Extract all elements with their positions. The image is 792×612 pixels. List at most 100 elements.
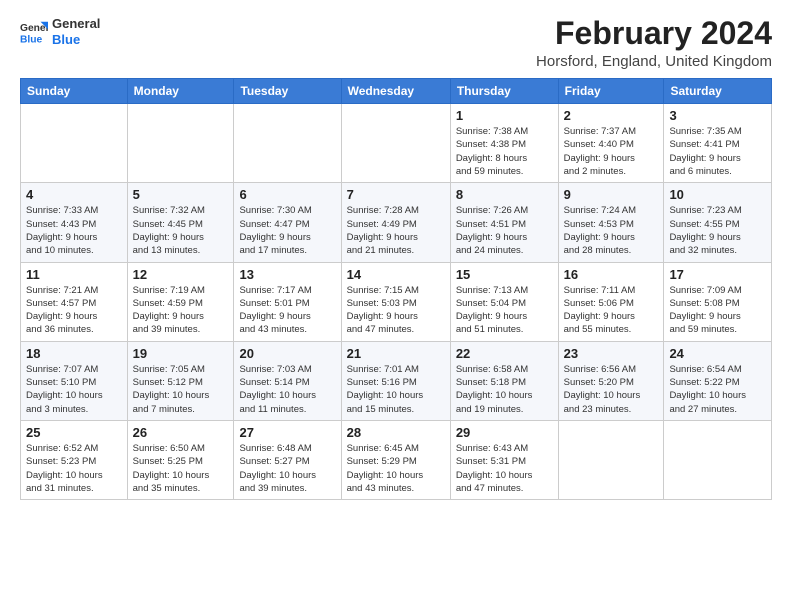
calendar-cell <box>664 420 772 499</box>
day-info: Sunrise: 7:07 AM Sunset: 5:10 PM Dayligh… <box>26 363 122 416</box>
calendar-header-cell: Friday <box>558 79 664 104</box>
day-number: 4 <box>26 187 122 202</box>
calendar-header-cell: Monday <box>127 79 234 104</box>
day-info: Sunrise: 7:26 AM Sunset: 4:51 PM Dayligh… <box>456 204 553 257</box>
calendar-header-cell: Saturday <box>664 79 772 104</box>
calendar-week-row: 4 Sunrise: 7:33 AM Sunset: 4:43 PM Daylig… <box>21 183 772 262</box>
title-block: February 2024 Horsford, England, United … <box>536 16 772 70</box>
calendar-table: SundayMondayTuesdayWednesdayThursdayFrid… <box>20 78 772 500</box>
day-number: 12 <box>133 267 229 282</box>
day-info: Sunrise: 7:05 AM Sunset: 5:12 PM Dayligh… <box>133 363 229 416</box>
calendar-cell: 5 Sunrise: 7:32 AM Sunset: 4:45 PM Daylig… <box>127 183 234 262</box>
day-number: 14 <box>347 267 445 282</box>
day-info: Sunrise: 6:58 AM Sunset: 5:18 PM Dayligh… <box>456 363 553 416</box>
calendar-cell: 9 Sunrise: 7:24 AM Sunset: 4:53 PM Daylig… <box>558 183 664 262</box>
calendar-cell: 24 Sunrise: 6:54 AM Sunset: 5:22 PM Dayli… <box>664 341 772 420</box>
calendar-cell: 19 Sunrise: 7:05 AM Sunset: 5:12 PM Dayli… <box>127 341 234 420</box>
day-number: 10 <box>669 187 766 202</box>
calendar-cell <box>127 104 234 183</box>
day-info: Sunrise: 7:30 AM Sunset: 4:47 PM Dayligh… <box>239 204 335 257</box>
day-number: 26 <box>133 425 229 440</box>
day-info: Sunrise: 7:03 AM Sunset: 5:14 PM Dayligh… <box>239 363 335 416</box>
calendar-cell: 16Sunrise: 7:11 AM Sunset: 5:06 PM Dayli… <box>558 262 664 341</box>
calendar-header-cell: Sunday <box>21 79 128 104</box>
day-number: 24 <box>669 346 766 361</box>
day-info: Sunrise: 7:01 AM Sunset: 5:16 PM Dayligh… <box>347 363 445 416</box>
day-number: 11 <box>26 267 122 282</box>
calendar-cell: 18 Sunrise: 7:07 AM Sunset: 5:10 PM Dayli… <box>21 341 128 420</box>
day-info: Sunrise: 7:35 AM Sunset: 4:41 PM Dayligh… <box>669 125 766 178</box>
calendar-cell: 10 Sunrise: 7:23 AM Sunset: 4:55 PM Dayli… <box>664 183 772 262</box>
month-title: February 2024 <box>536 16 772 51</box>
calendar-week-row: 11 Sunrise: 7:21 AM Sunset: 4:57 PM Dayli… <box>21 262 772 341</box>
day-info: Sunrise: 6:54 AM Sunset: 5:22 PM Dayligh… <box>669 363 766 416</box>
calendar-cell: 25 Sunrise: 6:52 AM Sunset: 5:23 PM Dayli… <box>21 420 128 499</box>
calendar-cell: 12 Sunrise: 7:19 AM Sunset: 4:59 PM Dayli… <box>127 262 234 341</box>
location: Horsford, England, United Kingdom <box>536 53 772 70</box>
calendar-header-cell: Thursday <box>450 79 558 104</box>
day-info: Sunrise: 6:45 AM Sunset: 5:29 PM Dayligh… <box>347 442 445 495</box>
calendar-cell <box>21 104 128 183</box>
calendar-cell <box>234 104 341 183</box>
day-number: 13 <box>239 267 335 282</box>
calendar-cell: 13Sunrise: 7:17 AM Sunset: 5:01 PM Dayli… <box>234 262 341 341</box>
day-info: Sunrise: 7:24 AM Sunset: 4:53 PM Dayligh… <box>564 204 659 257</box>
day-info: Sunrise: 7:32 AM Sunset: 4:45 PM Dayligh… <box>133 204 229 257</box>
day-info: Sunrise: 7:21 AM Sunset: 4:57 PM Dayligh… <box>26 284 122 337</box>
calendar-header-row: SundayMondayTuesdayWednesdayThursdayFrid… <box>21 79 772 104</box>
calendar-week-row: 18 Sunrise: 7:07 AM Sunset: 5:10 PM Dayli… <box>21 341 772 420</box>
calendar-header-cell: Wednesday <box>341 79 450 104</box>
calendar-cell: 4 Sunrise: 7:33 AM Sunset: 4:43 PM Daylig… <box>21 183 128 262</box>
day-number: 20 <box>239 346 335 361</box>
day-number: 23 <box>564 346 659 361</box>
day-info: Sunrise: 6:56 AM Sunset: 5:20 PM Dayligh… <box>564 363 659 416</box>
svg-text:Blue: Blue <box>20 34 43 45</box>
calendar-cell: 11 Sunrise: 7:21 AM Sunset: 4:57 PM Dayli… <box>21 262 128 341</box>
calendar-cell: 23 Sunrise: 6:56 AM Sunset: 5:20 PM Dayli… <box>558 341 664 420</box>
logo-general-text: General <box>52 16 100 32</box>
logo-blue-text: Blue <box>52 32 100 48</box>
day-info: Sunrise: 7:15 AM Sunset: 5:03 PM Dayligh… <box>347 284 445 337</box>
day-number: 9 <box>564 187 659 202</box>
calendar-cell: 2 Sunrise: 7:37 AM Sunset: 4:40 PM Daylig… <box>558 104 664 183</box>
calendar-week-row: 25 Sunrise: 6:52 AM Sunset: 5:23 PM Dayli… <box>21 420 772 499</box>
logo-icon: General Blue <box>20 18 48 46</box>
day-info: Sunrise: 7:23 AM Sunset: 4:55 PM Dayligh… <box>669 204 766 257</box>
day-info: Sunrise: 7:33 AM Sunset: 4:43 PM Dayligh… <box>26 204 122 257</box>
day-info: Sunrise: 7:38 AM Sunset: 4:38 PM Dayligh… <box>456 125 553 178</box>
day-info: Sunrise: 7:09 AM Sunset: 5:08 PM Dayligh… <box>669 284 766 337</box>
day-info: Sunrise: 7:13 AM Sunset: 5:04 PM Dayligh… <box>456 284 553 337</box>
day-info: Sunrise: 7:37 AM Sunset: 4:40 PM Dayligh… <box>564 125 659 178</box>
calendar-cell: 8 Sunrise: 7:26 AM Sunset: 4:51 PM Daylig… <box>450 183 558 262</box>
header: General Blue General Blue February 2024 … <box>20 16 772 70</box>
day-info: Sunrise: 7:19 AM Sunset: 4:59 PM Dayligh… <box>133 284 229 337</box>
day-number: 19 <box>133 346 229 361</box>
calendar-header-cell: Tuesday <box>234 79 341 104</box>
day-info: Sunrise: 6:52 AM Sunset: 5:23 PM Dayligh… <box>26 442 122 495</box>
day-number: 15 <box>456 267 553 282</box>
day-number: 8 <box>456 187 553 202</box>
day-info: Sunrise: 7:28 AM Sunset: 4:49 PM Dayligh… <box>347 204 445 257</box>
calendar-cell: 17 Sunrise: 7:09 AM Sunset: 5:08 PM Dayli… <box>664 262 772 341</box>
day-number: 21 <box>347 346 445 361</box>
day-number: 2 <box>564 108 659 123</box>
calendar-cell: 28Sunrise: 6:45 AM Sunset: 5:29 PM Dayli… <box>341 420 450 499</box>
calendar-cell: 6Sunrise: 7:30 AM Sunset: 4:47 PM Daylig… <box>234 183 341 262</box>
day-info: Sunrise: 6:50 AM Sunset: 5:25 PM Dayligh… <box>133 442 229 495</box>
day-number: 27 <box>239 425 335 440</box>
calendar-cell: 29Sunrise: 6:43 AM Sunset: 5:31 PM Dayli… <box>450 420 558 499</box>
calendar-cell: 22Sunrise: 6:58 AM Sunset: 5:18 PM Dayli… <box>450 341 558 420</box>
day-info: Sunrise: 6:43 AM Sunset: 5:31 PM Dayligh… <box>456 442 553 495</box>
calendar-cell: 7 Sunrise: 7:28 AM Sunset: 4:49 PM Daylig… <box>341 183 450 262</box>
day-number: 17 <box>669 267 766 282</box>
page: General Blue General Blue February 2024 … <box>0 0 792 510</box>
day-number: 18 <box>26 346 122 361</box>
calendar-cell: 20 Sunrise: 7:03 AM Sunset: 5:14 PM Dayli… <box>234 341 341 420</box>
calendar-cell: 27Sunrise: 6:48 AM Sunset: 5:27 PM Dayli… <box>234 420 341 499</box>
calendar-cell: 3 Sunrise: 7:35 AM Sunset: 4:41 PM Daylig… <box>664 104 772 183</box>
day-number: 3 <box>669 108 766 123</box>
day-number: 25 <box>26 425 122 440</box>
day-number: 5 <box>133 187 229 202</box>
calendar-week-row: 1Sunrise: 7:38 AM Sunset: 4:38 PM Daylig… <box>21 104 772 183</box>
day-number: 7 <box>347 187 445 202</box>
